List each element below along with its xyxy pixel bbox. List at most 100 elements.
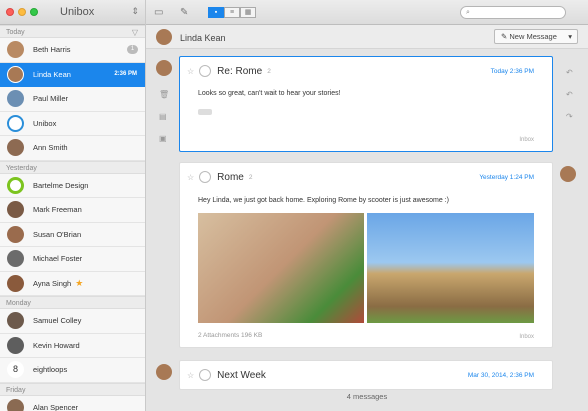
conversation-view-button[interactable]: ▪ [208,7,224,18]
forward-icon[interactable]: ↷ [566,112,573,121]
show-quoted-button[interactable] [198,109,212,115]
reply-count: 2 [267,67,271,75]
contact-item[interactable]: Michael Foster [0,247,145,272]
avatar [156,60,172,76]
contact-name: Samuel Colley [33,316,82,326]
message-date: Today 2:36 PM [490,68,534,75]
avatar [7,139,24,157]
close-window-button[interactable] [6,8,14,16]
folder-label: Inbox [519,137,534,143]
archive-icon[interactable]: ▤ [159,112,167,121]
minimize-window-button[interactable] [18,8,26,16]
toolbar: ▭ ✎ ▪ ≡ ▦ ⌕ [146,0,588,25]
sort-icon[interactable]: ⇕ [131,6,139,17]
folder-label: Inbox [519,334,534,340]
contact-item[interactable]: Beth Harris 1 [0,38,145,63]
conversation-title: Linda Kean [180,33,226,43]
search-input[interactable]: ⌕ [460,6,566,19]
contact-name: Paul Miller [33,94,69,104]
message-count: 4 messages [346,392,388,401]
avatar [7,65,24,83]
contact-name: Bartelme Design [33,180,89,190]
contact-item[interactable]: Samuel Colley [0,309,145,334]
photo-attachment[interactable] [198,213,364,323]
contact-name: Mark Freeman [33,205,82,215]
trash-icon[interactable]: 🗑 [159,90,169,99]
contact-name: Alan Spencer [33,402,79,411]
contact-item[interactable]: Kevin Howard [0,334,145,358]
user-icon [199,369,212,381]
message-subject: Re: Rome [217,65,263,77]
unibox-logo-icon [7,114,24,132]
avatar [156,29,172,45]
star-icon[interactable]: ☆ [187,371,194,380]
list-view-button[interactable]: ≡ [224,7,240,18]
contact-name: Beth Harris [33,45,71,55]
message-date: Mar 30, 2014, 2:36 PM [467,372,534,379]
avatar [156,364,172,380]
view-mode-control: ▪ ≡ ▦ [208,7,256,18]
contact-name: Susan O'Brian [33,229,82,239]
search-icon: ⌕ [466,9,470,16]
message-body: Hey Linda, we just got back home. Explor… [198,197,449,204]
contact-item[interactable]: Ayna Singh ★ [0,272,145,296]
avatar [7,398,24,411]
attachments-summary[interactable]: 2 Attachments 196 KB [198,332,262,339]
grid-view-button[interactable]: ▦ [240,7,256,18]
message-card[interactable]: ☆ Re: Rome 2 Today 2:36 PM Looks so great,… [179,56,553,152]
star-icon[interactable]: ☆ [187,67,194,76]
star-icon[interactable]: ☆ [187,173,194,182]
contact-item[interactable]: Paul Miller [0,87,145,112]
message-date: Yesterday 1:24 PM [479,174,534,181]
filter-icon[interactable]: ▽ [132,28,138,37]
unread-badge: 1 [127,45,138,55]
app-title: Unibox [60,6,95,18]
user-icon [199,65,212,77]
contact-item[interactable]: Linda Kean 2:36 PM [0,62,145,87]
avatar [7,225,24,243]
contact-item[interactable]: Alan Spencer [0,396,145,411]
move-icon[interactable]: ▣ [159,134,167,143]
bartelme-logo-icon [7,176,24,194]
avatar [7,274,24,292]
section-header: Monday [0,296,145,309]
chevron-down-icon: ▾ [568,32,572,41]
sidebar: Unibox ⇕ Today ▽ Beth Harris 1 Linda Kean 2… [0,0,146,411]
avatar [7,312,24,330]
contact-name: Ann Smith [33,143,68,153]
contact-item[interactable]: 8 eightloops [0,358,145,383]
message-subject: Next Week [217,369,266,381]
conversation-pane: ▭ ✎ ▪ ≡ ▦ ⌕ Linda Kean ✎ New Message ▾ 🗑 … [146,0,588,411]
avatar [7,336,24,354]
photo-attachment[interactable] [367,213,534,323]
conversation-header: Linda Kean ✎ New Message ▾ [146,25,588,49]
compose-icon[interactable]: ✎ [180,7,188,18]
new-message-button[interactable]: ✎ New Message ▾ [494,29,578,44]
message-card[interactable]: ☆ Rome 2 Yesterday 1:24 PM Hey Linda, we j… [179,162,553,348]
avatar [7,250,24,268]
attachments-size: 196 KB [241,332,263,339]
avatar [7,41,24,59]
contact-name: Linda Kean [33,69,71,79]
contact-item[interactable]: Bartelme Design [0,174,145,198]
zoom-window-button[interactable] [30,8,38,16]
message-subject: Rome [217,171,244,183]
contact-name: eightloops [33,365,68,375]
section-header: Friday [0,382,145,396]
avatar [7,90,24,108]
user-icon [199,171,212,183]
reply-all-icon[interactable]: ↶ [566,90,573,99]
contact-item[interactable]: Ann Smith [0,136,145,161]
avatar [560,166,576,182]
contact-name: Unibox [33,118,57,128]
contact-item[interactable]: Susan O'Brian [0,223,145,247]
sidebar-toggle-icon[interactable]: ▭ [154,7,163,18]
contact-item[interactable]: Unibox [0,112,145,136]
star-icon: ★ [75,277,84,288]
contact-item[interactable]: Mark Freeman [0,198,145,223]
attachments-count: 2 Attachments [198,332,240,339]
reply-count: 2 [248,173,253,181]
new-message-label: New Message [509,32,557,41]
contact-name: Michael Foster [33,254,83,264]
reply-icon[interactable]: ↶ [566,68,573,77]
